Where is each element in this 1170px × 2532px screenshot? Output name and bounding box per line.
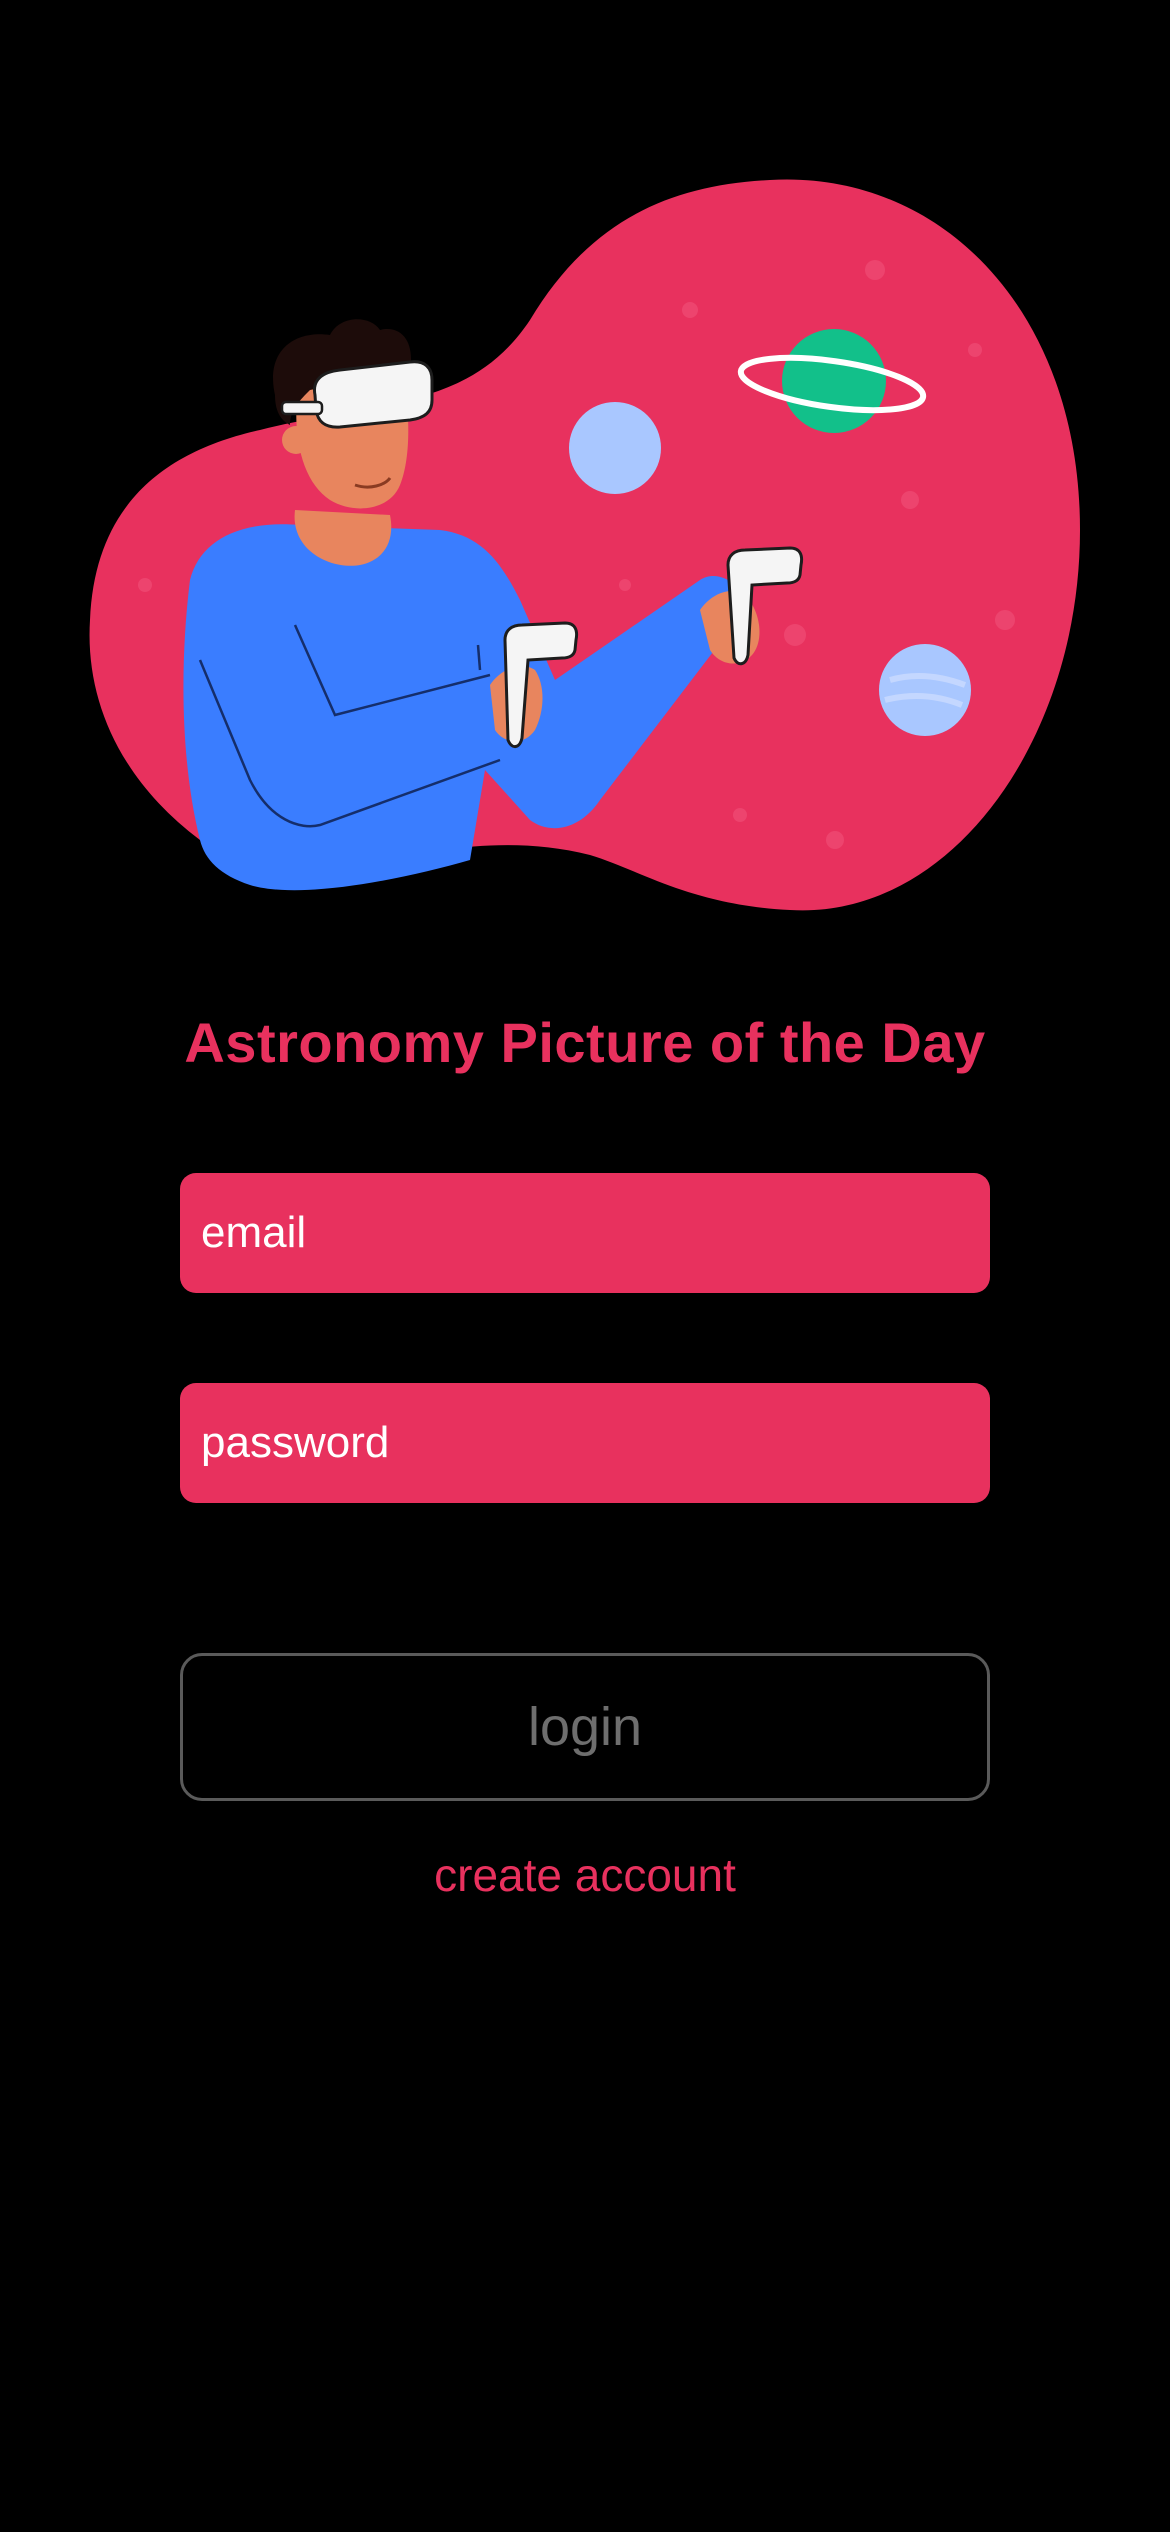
planet-lightblue-small	[569, 402, 661, 494]
vr-headset	[312, 360, 434, 429]
login-button[interactable]: login	[180, 1653, 990, 1801]
hero-illustration	[0, 140, 1170, 940]
password-field[interactable]	[180, 1383, 990, 1503]
planet-lightblue-right	[879, 644, 971, 736]
vr-astronomy-illustration	[89, 179, 1080, 911]
planet-green	[782, 329, 886, 433]
page-title: Astronomy Picture of the Day	[184, 1011, 986, 1074]
create-account-link[interactable]: create account	[0, 1848, 1170, 1902]
login-button-label: login	[527, 1697, 643, 1757]
email-field[interactable]	[180, 1173, 990, 1293]
